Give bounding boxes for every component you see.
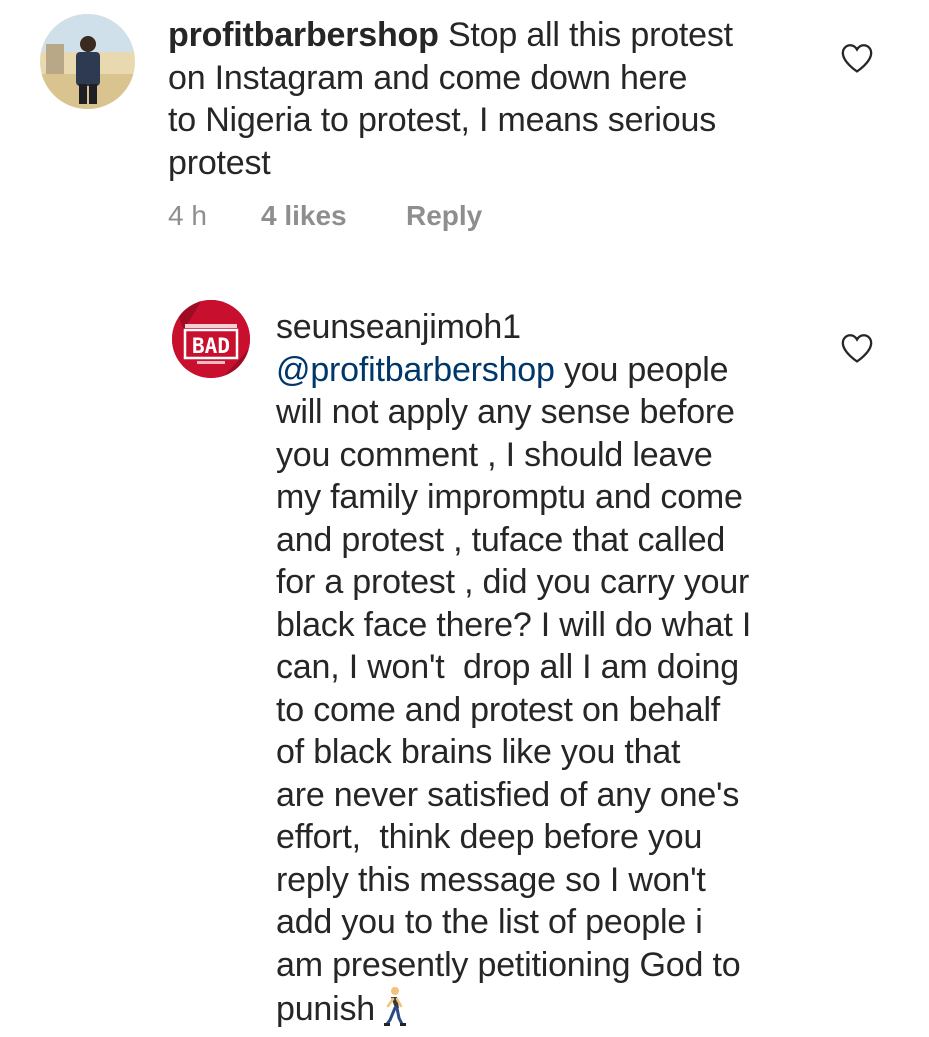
mention-link[interactable]: @profitbarbershop [276, 351, 555, 389]
heart-outline-icon[interactable] [840, 42, 874, 74]
comment-item: profitbarbershop Stop all this protest o… [0, 0, 929, 260]
reply-button[interactable]: Reply [406, 200, 482, 232]
comment-text: Stop all this protest [438, 16, 733, 54]
comment-line: to Nigeria to protest, I means serious [168, 101, 716, 139]
comment-line: and protest , tuface that called [276, 520, 726, 559]
comment-line: protest [168, 143, 271, 182]
comment-line: effort, think deep before you [276, 818, 703, 856]
comment-line: of black brains like you that [276, 733, 681, 771]
comment-timestamp: 4 h [168, 200, 207, 231]
comment-line: my family impromptu and come [276, 478, 743, 516]
comment-line: on Instagram and come down here [168, 58, 688, 97]
comment-text: punish [276, 990, 375, 1028]
comment-body: seunseanjimoh1 @profitbarbershop you peo… [276, 306, 816, 1037]
comment-line: you comment , I should leave [276, 435, 713, 474]
comment-line: can, I won't drop all I am doing [276, 648, 739, 686]
person-walking-emoji-icon [381, 986, 407, 1037]
comment-line: am presently petitioning God to [276, 945, 741, 984]
comment-text: you people [554, 350, 729, 389]
avatar[interactable] [40, 14, 135, 109]
avatar-logo-text: BAD [192, 334, 230, 358]
username[interactable]: profitbarbershop [168, 16, 439, 54]
comment-line: add you to the list of people i [276, 903, 703, 941]
username[interactable]: seunseanjimoh1 [276, 306, 816, 349]
comment-line: are never satisfied of any one's [276, 775, 740, 814]
like-count[interactable]: 4 likes [261, 200, 347, 232]
comment-line: punish [276, 986, 816, 1037]
heart-outline-icon[interactable] [840, 332, 874, 364]
comment-line: for a protest , did you carry your [276, 563, 750, 601]
bad-logo-avatar-icon: BAD [172, 300, 250, 378]
comment-line: to come and protest on behalf [276, 690, 721, 729]
comment-line: will not apply any sense before [276, 393, 735, 431]
comment-line: black face there? I will do what I [276, 605, 752, 644]
comment-line: reply this message so I won't [276, 860, 706, 899]
comment-body: profitbarbershop Stop all this protest o… [168, 14, 808, 184]
comment-line: profitbarbershop Stop all this protest [168, 14, 808, 57]
comment-line: @profitbarbershop you people [276, 349, 816, 392]
user-photo-avatar-icon [40, 14, 135, 109]
reply-item: BAD seunseanjimoh1 @profitbarbershop you… [0, 290, 929, 1028]
comment-meta: 4 h 4 likes Reply [168, 200, 668, 234]
avatar[interactable]: BAD [172, 300, 250, 378]
